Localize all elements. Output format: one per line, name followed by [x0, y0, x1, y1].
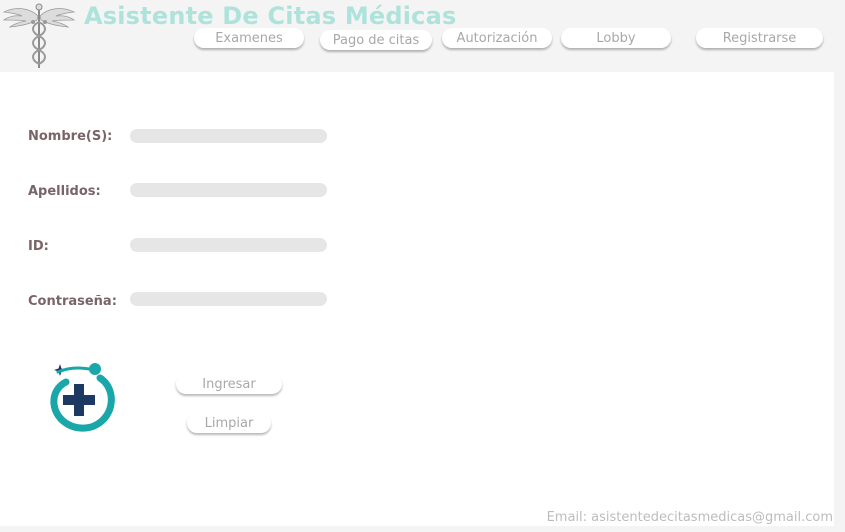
- nav-button-pago-de-citas[interactable]: Pago de citas: [320, 30, 432, 50]
- contrasena-input[interactable]: [130, 292, 327, 306]
- medical-cross-icon: [50, 363, 115, 432]
- nav-button-autorizacion[interactable]: Autorización: [442, 28, 552, 48]
- nombre-input[interactable]: [130, 129, 327, 143]
- header-bar: Asistente De Citas Médicas Examenes Pago…: [0, 0, 845, 72]
- main-panel: Nombre(S): Apellidos: ID: Contraseña: In…: [0, 72, 834, 526]
- nav-button-lobby[interactable]: Lobby: [561, 28, 671, 48]
- limpiar-button[interactable]: Limpiar: [187, 413, 271, 433]
- app-title: Asistente De Citas Médicas: [84, 2, 457, 30]
- nav-button-examenes[interactable]: Examenes: [194, 28, 304, 48]
- nombre-label: Nombre(S):: [28, 129, 113, 144]
- ingresar-button[interactable]: Ingresar: [176, 374, 282, 394]
- contrasena-label: Contraseña:: [28, 294, 117, 309]
- apellidos-input[interactable]: [130, 183, 327, 197]
- footer-email: Email: asistentedecitasmedicas@gmail.com: [546, 510, 833, 525]
- id-input[interactable]: [130, 238, 327, 252]
- id-label: ID:: [28, 239, 49, 254]
- apellidos-label: Apellidos:: [28, 184, 101, 199]
- caduceus-icon: [2, 3, 76, 68]
- nav-button-registrarse[interactable]: Registrarse: [696, 28, 823, 48]
